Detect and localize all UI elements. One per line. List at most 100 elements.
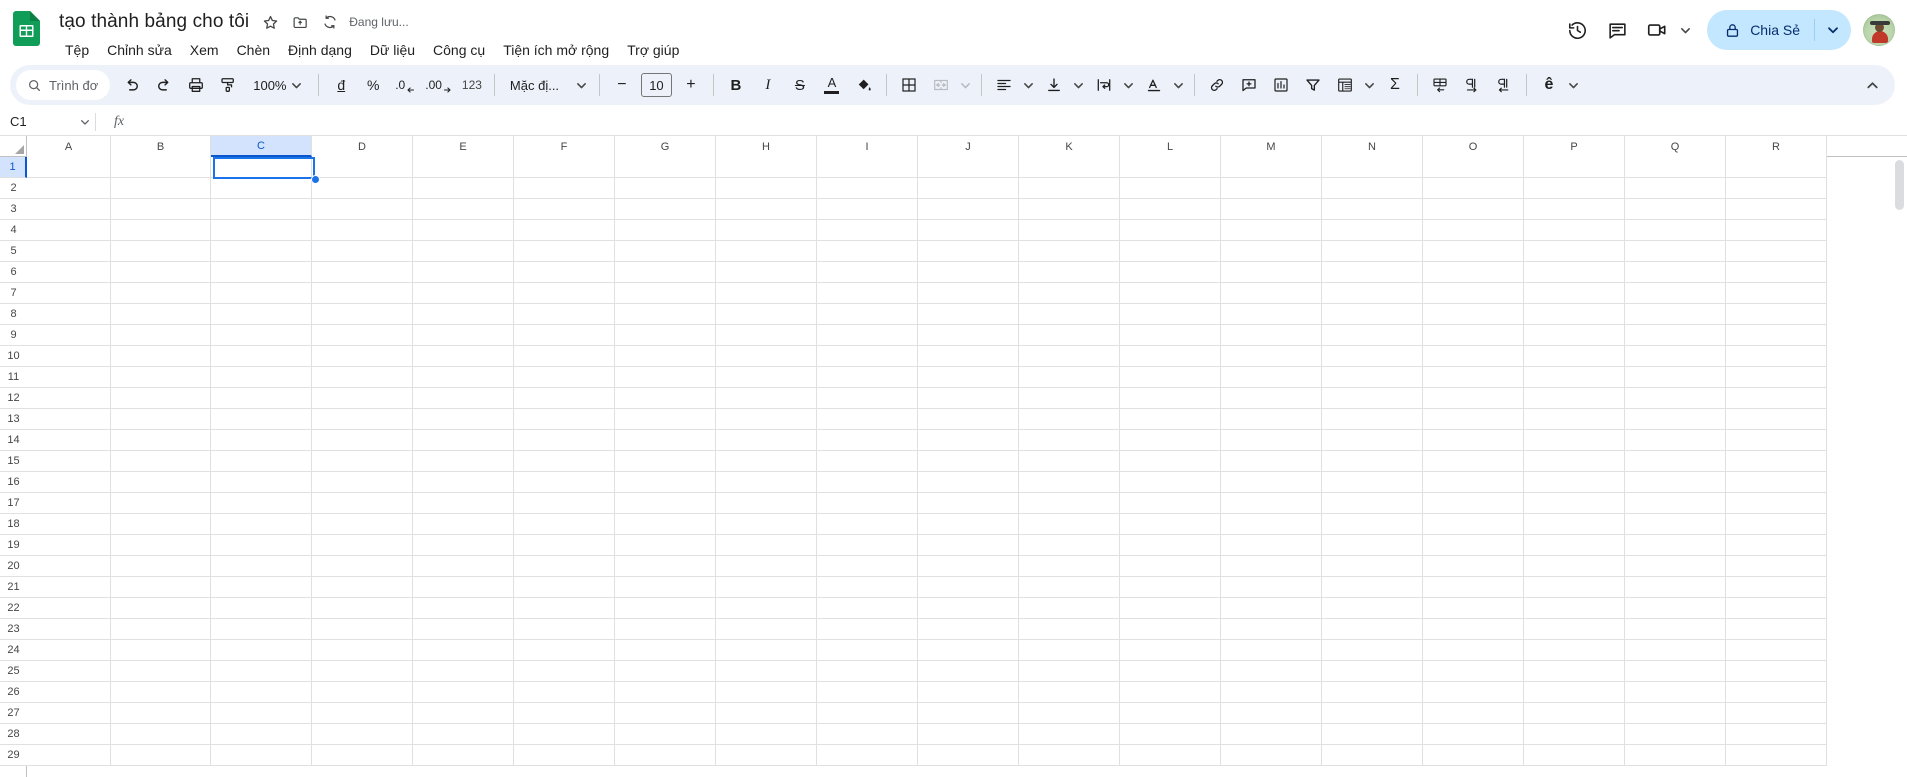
cell-D16[interactable] [312, 472, 413, 493]
column-header-m[interactable]: M [1221, 136, 1322, 157]
cell-F13[interactable] [514, 409, 615, 430]
cell-B20[interactable] [111, 556, 211, 577]
cell-M21[interactable] [1221, 577, 1322, 598]
cell-B6[interactable] [111, 262, 211, 283]
cell-H4[interactable] [716, 220, 817, 241]
cell-M14[interactable] [1221, 430, 1322, 451]
cell-O9[interactable] [1423, 325, 1524, 346]
cell-C1[interactable] [211, 157, 312, 178]
cell-K4[interactable] [1019, 220, 1120, 241]
cell-C11[interactable] [211, 367, 312, 388]
cell-I8[interactable] [817, 304, 918, 325]
zoom-level-selector[interactable]: 100% [244, 70, 312, 100]
cell-F7[interactable] [514, 283, 615, 304]
cell-P24[interactable] [1524, 640, 1625, 661]
cell-L24[interactable] [1120, 640, 1221, 661]
cell-K26[interactable] [1019, 682, 1120, 703]
cell-K7[interactable] [1019, 283, 1120, 304]
cell-B9[interactable] [111, 325, 211, 346]
cell-Q8[interactable] [1625, 304, 1726, 325]
cell-R18[interactable] [1726, 514, 1827, 535]
cell-C8[interactable] [211, 304, 312, 325]
cell-P1[interactable] [1524, 157, 1625, 178]
cell-R8[interactable] [1726, 304, 1827, 325]
cell-R11[interactable] [1726, 367, 1827, 388]
cell-K12[interactable] [1019, 388, 1120, 409]
cell-R15[interactable] [1726, 451, 1827, 472]
cell-G29[interactable] [615, 745, 716, 766]
cell-H14[interactable] [716, 430, 817, 451]
cell-C17[interactable] [211, 493, 312, 514]
undo-icon[interactable] [117, 70, 147, 100]
cell-O14[interactable] [1423, 430, 1524, 451]
cell-R2[interactable] [1726, 178, 1827, 199]
cell-A16[interactable] [27, 472, 111, 493]
cell-J29[interactable] [918, 745, 1019, 766]
cell-E11[interactable] [413, 367, 514, 388]
chevron-up-icon[interactable] [1857, 70, 1887, 100]
cell-D3[interactable] [312, 199, 413, 220]
cell-E3[interactable] [413, 199, 514, 220]
cell-K13[interactable] [1019, 409, 1120, 430]
cell-K3[interactable] [1019, 199, 1120, 220]
row-header-26[interactable]: 26 [0, 682, 27, 703]
cell-P27[interactable] [1524, 703, 1625, 724]
cell-I19[interactable] [817, 535, 918, 556]
valign-chevron-down-icon[interactable] [1071, 70, 1087, 100]
cell-R26[interactable] [1726, 682, 1827, 703]
row-header-9[interactable]: 9 [0, 325, 27, 346]
cell-D25[interactable] [312, 661, 413, 682]
cell-D12[interactable] [312, 388, 413, 409]
italic-button[interactable]: I [753, 70, 783, 100]
cell-R13[interactable] [1726, 409, 1827, 430]
name-box[interactable]: C1 [0, 108, 95, 136]
cell-I23[interactable] [817, 619, 918, 640]
cell-L11[interactable] [1120, 367, 1221, 388]
user-avatar[interactable] [1863, 14, 1895, 46]
cell-F14[interactable] [514, 430, 615, 451]
cell-O19[interactable] [1423, 535, 1524, 556]
cell-M29[interactable] [1221, 745, 1322, 766]
cell-N29[interactable] [1322, 745, 1423, 766]
cell-O3[interactable] [1423, 199, 1524, 220]
search-menus-box[interactable]: Trình đơ [16, 70, 111, 100]
cell-N5[interactable] [1322, 241, 1423, 262]
cell-R10[interactable] [1726, 346, 1827, 367]
cell-M5[interactable] [1221, 241, 1322, 262]
cell-K2[interactable] [1019, 178, 1120, 199]
cell-K25[interactable] [1019, 661, 1120, 682]
cell-P21[interactable] [1524, 577, 1625, 598]
cell-Q17[interactable] [1625, 493, 1726, 514]
cell-P19[interactable] [1524, 535, 1625, 556]
menu-item-tools[interactable]: Công cụ [425, 38, 493, 62]
cell-J7[interactable] [918, 283, 1019, 304]
cell-M1[interactable] [1221, 157, 1322, 178]
row-header-4[interactable]: 4 [0, 220, 27, 241]
input-tools-chevron-down-icon[interactable] [1566, 70, 1582, 100]
cell-E6[interactable] [413, 262, 514, 283]
input-tools-button[interactable]: ê [1534, 70, 1564, 100]
cell-C19[interactable] [211, 535, 312, 556]
cell-A28[interactable] [27, 724, 111, 745]
cell-H3[interactable] [716, 199, 817, 220]
cell-F6[interactable] [514, 262, 615, 283]
cell-G2[interactable] [615, 178, 716, 199]
cell-P15[interactable] [1524, 451, 1625, 472]
cell-J2[interactable] [918, 178, 1019, 199]
cell-H2[interactable] [716, 178, 817, 199]
cell-B22[interactable] [111, 598, 211, 619]
cell-C10[interactable] [211, 346, 312, 367]
cell-G22[interactable] [615, 598, 716, 619]
video-camera-icon[interactable] [1637, 10, 1677, 50]
cell-F5[interactable] [514, 241, 615, 262]
cell-L14[interactable] [1120, 430, 1221, 451]
cell-D13[interactable] [312, 409, 413, 430]
cell-Q14[interactable] [1625, 430, 1726, 451]
cell-N23[interactable] [1322, 619, 1423, 640]
row-header-6[interactable]: 6 [0, 262, 27, 283]
cell-J24[interactable] [918, 640, 1019, 661]
menu-item-help[interactable]: Trợ giúp [619, 38, 687, 62]
cell-I2[interactable] [817, 178, 918, 199]
text-rotation-icon[interactable] [1139, 70, 1169, 100]
cell-C16[interactable] [211, 472, 312, 493]
